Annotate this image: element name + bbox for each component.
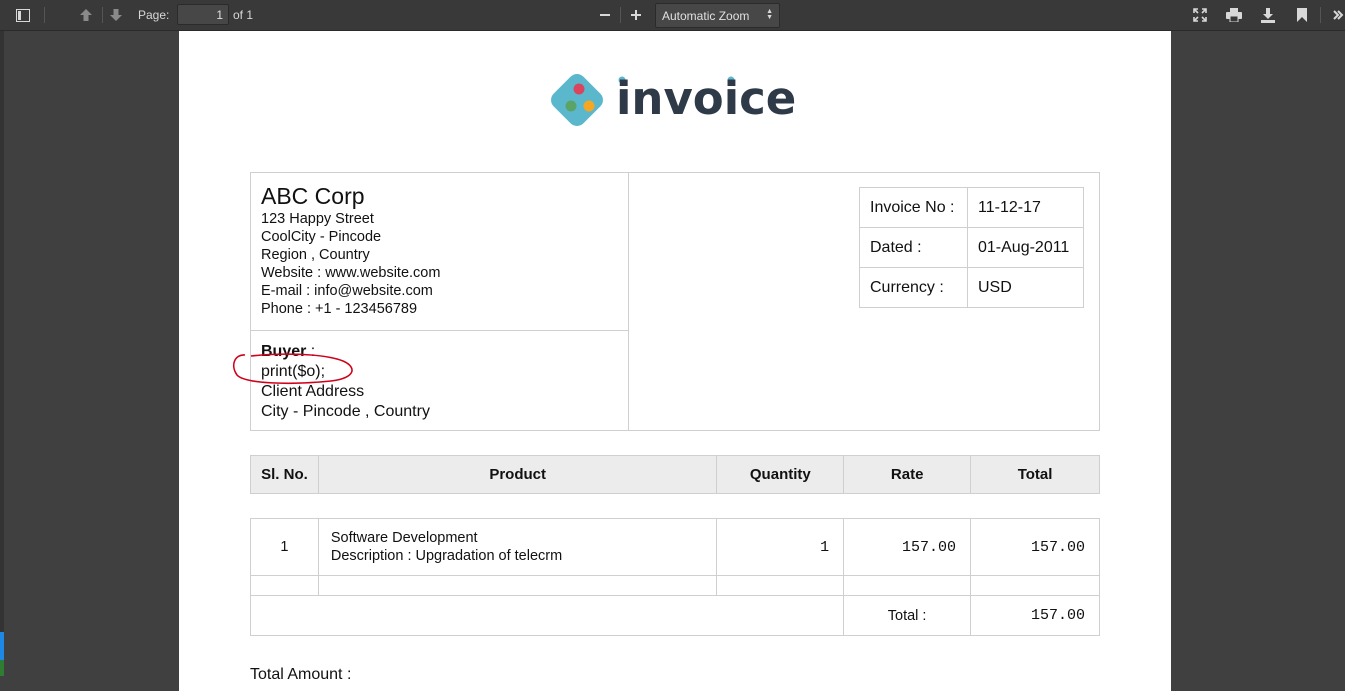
seller-email: E-mail : info@website.com (261, 283, 433, 299)
seller-region: Region , Country (261, 247, 370, 263)
invoice-no-label: Invoice No : (859, 187, 968, 228)
col-rate: Rate (843, 455, 972, 494)
total-value: 157.00 (970, 595, 1100, 636)
col-sl-no: Sl. No. (250, 455, 319, 494)
seller-name: ABC Corp (261, 183, 365, 209)
total-label: Total : (843, 595, 972, 636)
seller-phone: Phone : +1 - 123456789 (261, 301, 418, 317)
download-icon[interactable] (1258, 4, 1278, 26)
dated-value: 01-Aug-2011 (967, 227, 1084, 268)
seller-block: ABC Corp 123 Happy Street CoolCity - Pin… (261, 183, 440, 318)
viewer-left-accent-2 (0, 660, 4, 676)
print-icon[interactable] (1224, 4, 1244, 26)
page-count-label: of 1 (233, 8, 254, 22)
parties-panel: ABC Corp 123 Happy Street CoolCity - Pin… (251, 173, 629, 430)
sidebar-toggle-icon[interactable] (12, 4, 34, 26)
parties-divider (251, 330, 629, 331)
invoice-meta-table: Invoice No : 11-12-17 Dated : 01-Aug-201… (859, 187, 1084, 308)
item-total: 157.00 (970, 518, 1100, 576)
page-number-input[interactable] (177, 4, 229, 25)
next-page-icon[interactable] (106, 4, 126, 26)
col-product: Product (317, 455, 718, 494)
zoom-in-icon[interactable] (626, 4, 646, 26)
item-quantity: 1 (716, 518, 845, 576)
table-row: 1 Software Development Description : Upg… (250, 518, 1100, 576)
invoice-no-value: 11-12-17 (967, 187, 1084, 228)
item-description: Description : Upgradation of telecrm (330, 548, 563, 564)
red-annotation-circle (233, 353, 353, 385)
zoom-select-value: Automatic Zoom (662, 8, 750, 23)
seller-website: Website : www.website.com (261, 265, 441, 281)
previous-page-icon[interactable] (76, 4, 96, 26)
tools-icon[interactable] (1331, 4, 1345, 26)
item-sl: 1 (250, 518, 319, 576)
table-row-total: Total : 157.00 (249, 595, 1100, 636)
dated-label: Dated : (859, 227, 968, 268)
zoom-out-icon[interactable] (595, 4, 615, 26)
col-total: Total (970, 455, 1100, 494)
meta-row-currency: Currency : USD (859, 267, 1084, 308)
seller-street: 123 Happy Street (261, 211, 374, 227)
seller-city: CoolCity - Pincode (261, 229, 382, 245)
meta-row-dated: Dated : 01-Aug-2011 (859, 227, 1084, 268)
currency-label: Currency : (859, 267, 968, 308)
page-label: Page: (138, 8, 170, 22)
logo-wordmark: invoice (616, 72, 797, 125)
total-amount-label: Total Amount : (250, 666, 352, 683)
item-product: Software Development (330, 530, 478, 546)
bookmark-icon[interactable] (1292, 4, 1312, 26)
zoom-select[interactable]: Automatic Zoom ▲ ▼ (655, 3, 780, 28)
meta-row-invoice-no: Invoice No : 11-12-17 (859, 187, 1084, 228)
item-rate: 157.00 (843, 518, 972, 576)
items-table: 1 Software Development Description : Upg… (249, 518, 1100, 636)
viewer-left-edge (0, 31, 4, 676)
items-header-table: Sl. No. Product Quantity Rate Total (250, 455, 1100, 494)
table-row-spacer (250, 575, 1100, 596)
pdf-toolbar: Page: of 1 Automatic Zoom ▲▼ (0, 0, 1345, 31)
presentation-mode-icon[interactable] (1190, 4, 1210, 26)
col-quantity: Quantity (716, 455, 845, 494)
items-header-row: Sl. No. Product Quantity Rate Total (250, 455, 1100, 494)
item-product-cell: Software Development Description : Upgra… (317, 518, 718, 576)
buyer-city: City - Pincode , Country (261, 403, 430, 420)
viewer-left-accent (0, 632, 4, 660)
select-arrows-icon: ▲ ▼ (766, 8, 773, 21)
currency-value: USD (967, 267, 1084, 308)
